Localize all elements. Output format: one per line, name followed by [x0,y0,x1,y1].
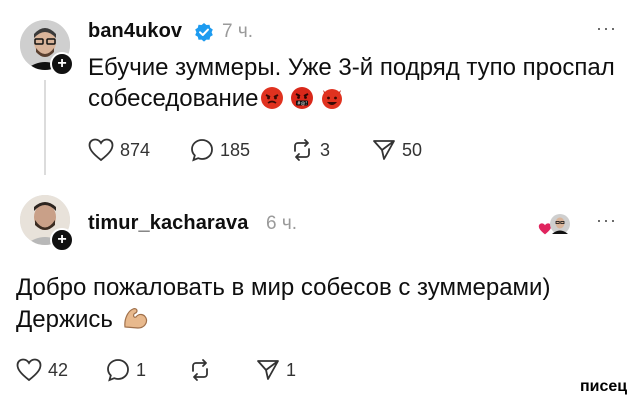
comment-count: 185 [220,139,251,160]
face-with-symbols-icon: #@! [290,86,314,110]
share-count: 50 [402,139,423,160]
repost-button[interactable] [188,358,218,382]
comment-count: 1 [136,359,147,380]
watermark: писец [580,378,628,395]
more-options-icon[interactable]: ··· [596,18,617,39]
repost-button[interactable]: 3 [290,138,330,162]
repost-icon [192,359,208,381]
comment-icon [191,139,213,162]
heart-icon [88,138,114,162]
follow-plus-icon[interactable]: + [50,228,74,252]
post-text: Держись [16,306,113,333]
send-icon [257,360,279,380]
post-text: собеседование [88,85,259,112]
send-icon [373,140,395,160]
thread-line [44,80,46,175]
verified-badge-icon [194,22,214,47]
post-time: 6 ч. [266,213,298,234]
username[interactable]: timur_kacharava [88,212,248,235]
author-avatar-icon [550,214,570,234]
like-count: 42 [48,359,69,380]
angry-face-icon [260,86,284,110]
repost-count: 3 [320,139,331,160]
post-time: 7 ч. [222,21,254,42]
post-text-line-2: Держись [16,304,150,335]
like-count: 874 [120,139,151,160]
like-button[interactable]: 874 [88,138,150,162]
like-button[interactable]: 42 [16,358,68,382]
comment-icon [107,359,129,382]
post-text-line-1: Добро пожаловать в мир собесов с зуммера… [16,274,551,301]
share-button[interactable]: 1 [256,358,296,382]
flexed-biceps-icon [122,305,150,331]
comment-button[interactable]: 185 [190,138,250,162]
username[interactable]: ban4ukov [88,20,182,43]
share-button[interactable]: 50 [372,138,422,162]
heart-icon [16,358,42,382]
svg-text:#@!: #@! [297,101,307,107]
repost-icon [294,139,310,161]
more-options-icon[interactable]: ··· [596,210,617,231]
share-count: 1 [286,359,297,380]
post-text-line-2: собеседование #@! [88,83,344,114]
comment-button[interactable]: 1 [106,358,146,382]
post-text-line-1: Ебучие зуммеры. Уже 3-й подряд тупо прос… [88,54,615,81]
liked-by-author-indicator [538,212,572,236]
follow-plus-icon[interactable]: + [50,52,74,76]
angry-devil-face-icon [320,86,344,110]
